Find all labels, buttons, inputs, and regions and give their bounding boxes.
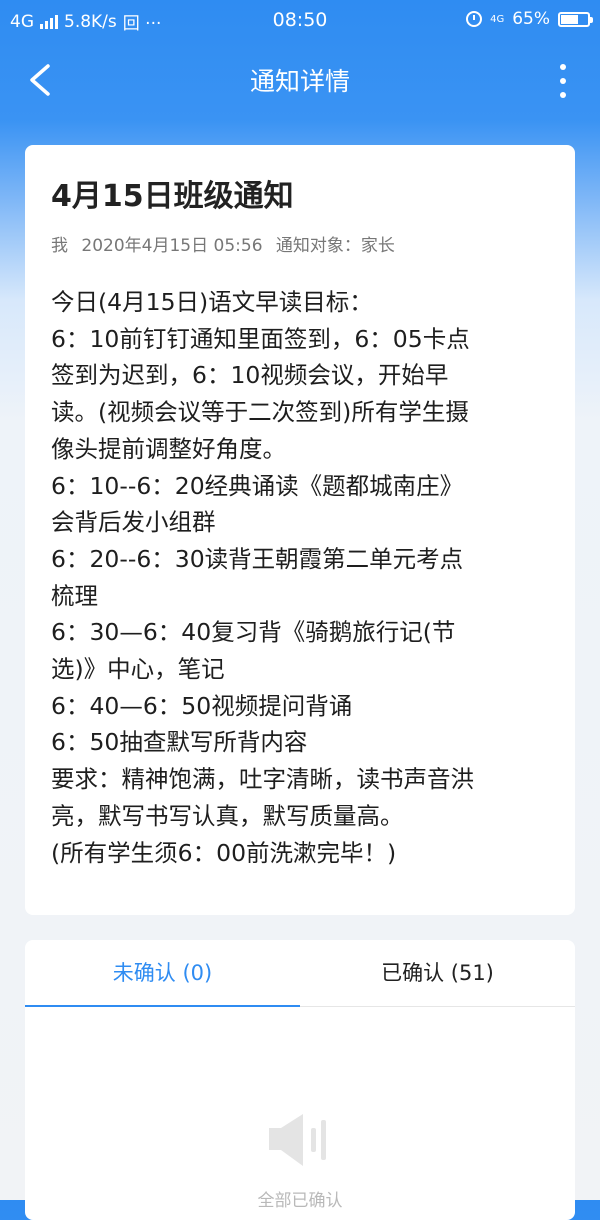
status-bar: 4G 5.8K/s 回 ··· 08:50 4G 65% — [0, 0, 600, 40]
notice-line: (所有学生须6：00前洗漱完毕！) — [51, 838, 397, 867]
notice-sender: 我 — [51, 236, 68, 256]
notice-datetime: 2020年4月15日 05:56 — [81, 236, 263, 256]
battery-percent: 65% — [512, 9, 550, 29]
notice-line: 6：40—6：50视频提问背诵 — [51, 691, 353, 720]
status-right: 4G 65% — [466, 9, 593, 29]
speaker-icon — [269, 1114, 326, 1166]
notice-line: 6：50抽查默写所背内容 — [51, 728, 308, 757]
notice-line: 像头提前调整好角度。 — [51, 434, 286, 463]
page-title: 通知详情 — [249, 67, 350, 96]
notice-line: 今日(4月15日)语文早读目标： — [51, 288, 373, 316]
notice-line: 选)》中心，笔记 — [51, 655, 225, 684]
tab-unconfirmed[interactable]: 未确认 (0) — [25, 940, 300, 1006]
app-bar: 通知详情 — [0, 40, 600, 122]
tab-confirmed[interactable]: 已确认 (51) — [300, 940, 575, 1006]
notice-line: 6：30—6：40复习背《骑鹅旅行记(节 — [51, 618, 456, 647]
notice-line: 6：10--6：20经典诵读《题都城南庄》 — [51, 471, 464, 500]
notice-target: 通知对象：家长 — [275, 236, 395, 256]
empty-state-text: 全部已确认 — [257, 1191, 343, 1211]
notice-line: 亮，默写书写认真，默写质量高。 — [51, 801, 404, 830]
notice-line: 要求：精神饱满，吐字清晰，读书声音洪 — [51, 765, 474, 794]
notice-line: 6：10前钉钉通知里面签到，6：05卡点 — [51, 324, 470, 353]
notice-line: 读。(视频会议等于二次签到)所有学生摄 — [51, 398, 469, 427]
notice-line: 梳理 — [51, 581, 98, 610]
alarm-icon — [466, 11, 483, 27]
notice-body: 今日(4月15日)语文早读目标： 6：10前钉钉通知里面签到，6：05卡点 签到… — [51, 284, 549, 871]
more-dot-icon — [560, 92, 566, 98]
battery-icon — [558, 11, 593, 27]
confirm-status-card: 未确认 (0) 已确认 (51) 全部已确认 — [25, 940, 575, 1220]
notice-line: 签到为迟到，6：10视频会议，开始早 — [51, 361, 449, 390]
network-4g-label: 4G — [490, 13, 505, 25]
battery-fill — [561, 14, 578, 24]
more-dot-icon — [560, 64, 566, 70]
notice-title: 4月15日班级通知 — [51, 179, 294, 214]
more-menu-button[interactable] — [556, 64, 570, 98]
active-tab-indicator — [25, 1005, 300, 1007]
more-dot-icon — [560, 78, 566, 84]
notice-line: 6：20--6：30读背王朝霞第二单元考点 — [51, 544, 464, 573]
notice-meta: 我 2020年4月15日 05:56 通知对象：家长 — [51, 231, 549, 256]
notice-card: 4月15日班级通知 我 2020年4月15日 05:56 通知对象：家长 今日(… — [25, 145, 575, 915]
notice-line: 会背后发小组群 — [51, 508, 216, 537]
confirm-tabs: 未确认 (0) 已确认 (51) — [25, 940, 575, 1007]
